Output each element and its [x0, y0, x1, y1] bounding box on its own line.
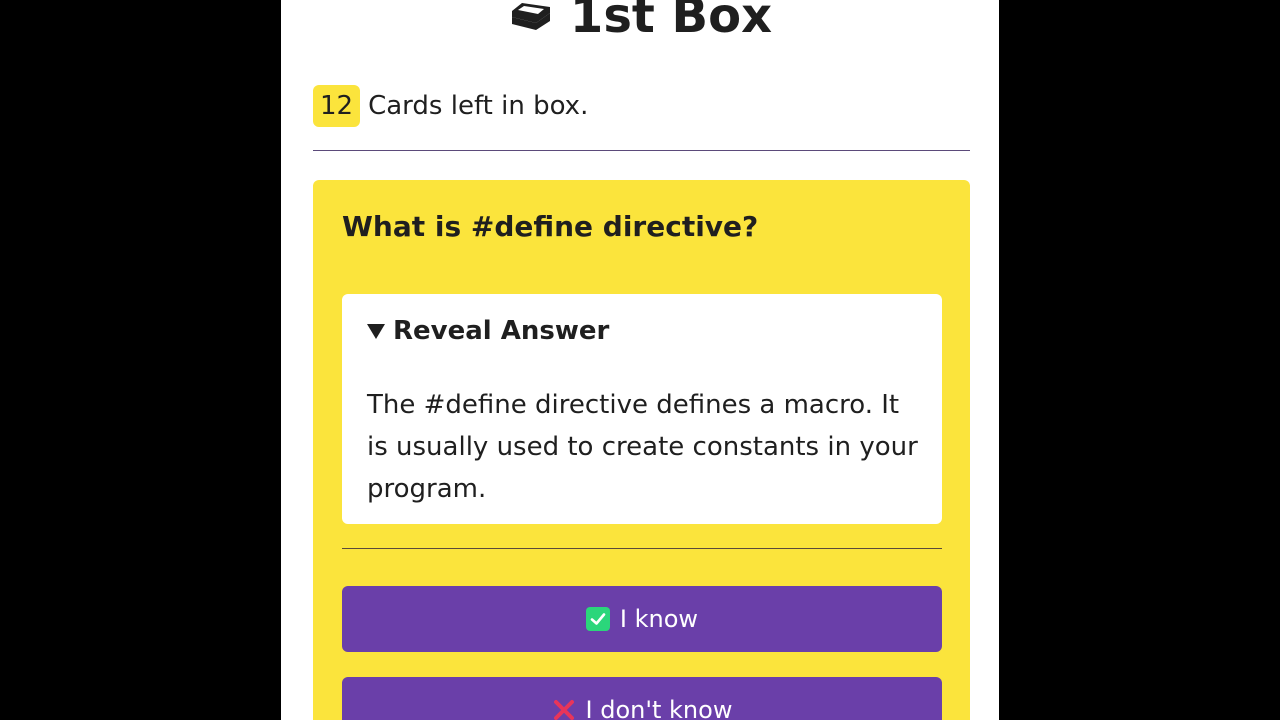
i-dont-know-button[interactable]: I don't know — [342, 677, 942, 720]
page-header: 1st Box — [281, 0, 999, 48]
reveal-answer-label: Reveal Answer — [393, 316, 610, 346]
disclosure-triangle-icon — [367, 323, 385, 339]
i-know-button[interactable]: I know — [342, 586, 942, 652]
cross-mark-icon — [552, 698, 576, 720]
flashcard: What is #define directive? Reveal Answer… — [313, 180, 970, 720]
cards-left-count-badge: 12 — [313, 85, 361, 127]
check-mark-icon — [585, 607, 610, 631]
card-question: What is #define directive? — [342, 210, 759, 243]
page-title: 1st Box — [569, 0, 773, 44]
card-divider — [342, 548, 942, 549]
i-dont-know-label: I don't know — [585, 696, 733, 720]
header-divider — [313, 150, 970, 151]
card-answer: The #define directive defines a macro. I… — [367, 390, 918, 504]
reveal-answer-toggle[interactable]: Reveal Answer — [367, 316, 609, 346]
answer-details: Reveal Answer The #define directive defi… — [342, 294, 942, 524]
cards-left-label: Cards left in box. — [368, 91, 589, 121]
flashcard-page: 1st Box 12 Cards left in box. What is #d… — [281, 0, 999, 720]
i-know-label: I know — [619, 605, 699, 633]
cards-left-row: 12 Cards left in box. — [313, 85, 588, 127]
box-icon — [511, 3, 550, 30]
